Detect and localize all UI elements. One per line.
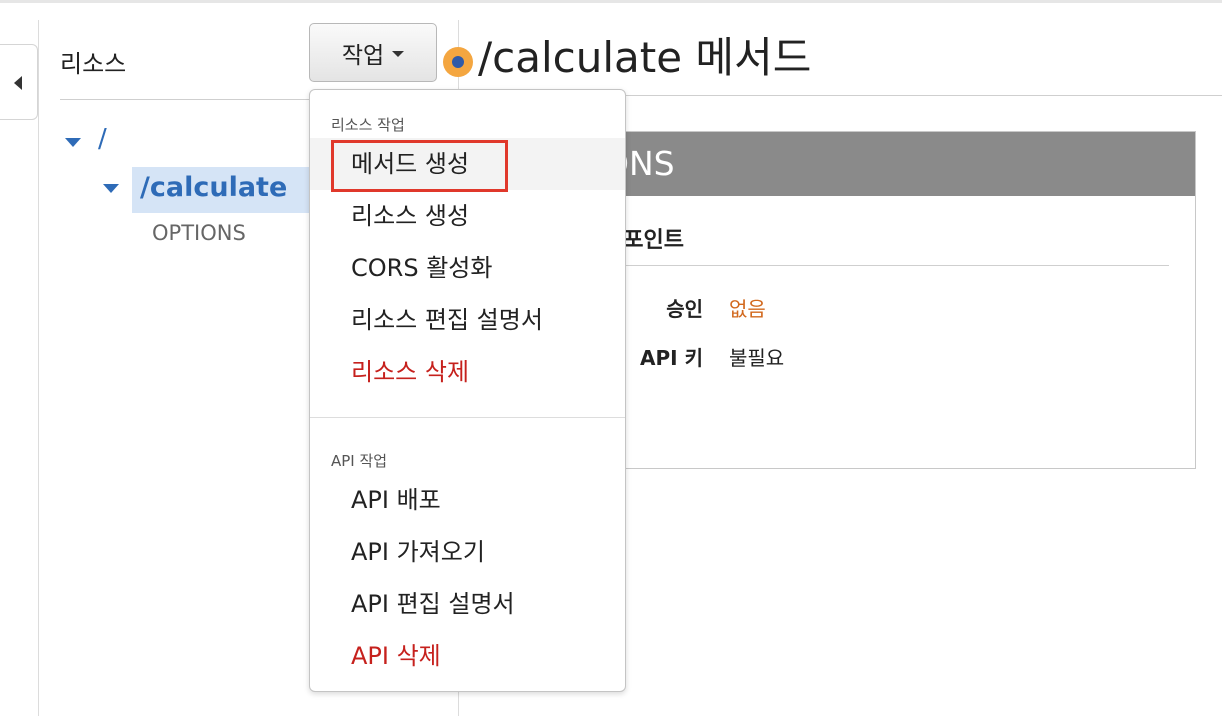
page-title: /calculate 메서드 xyxy=(478,33,812,82)
expand-calculate-icon[interactable] xyxy=(103,184,119,193)
expand-root-icon[interactable] xyxy=(65,138,81,147)
sidebar-title: 리소스 xyxy=(60,50,127,78)
tree-item-root[interactable]: / xyxy=(98,124,107,154)
menu-group-resource-actions: 리소스 작업 xyxy=(331,116,405,134)
top-border xyxy=(0,0,1222,3)
collapse-sidebar-tab[interactable] xyxy=(0,44,38,120)
caret-down-icon xyxy=(392,51,405,57)
help-info-dot xyxy=(452,56,464,68)
panel-header: ONS xyxy=(583,132,1195,196)
help-info-icon[interactable] xyxy=(443,47,473,77)
authorization-value[interactable]: 없음 xyxy=(729,293,766,322)
menu-item-create-method[interactable]: 메서드 생성 xyxy=(310,138,625,190)
chevron-left-icon xyxy=(14,76,22,90)
menu-item-enable-cors[interactable]: CORS 활성화 xyxy=(310,242,625,294)
menu-item-deploy-api[interactable]: API 배포 xyxy=(310,474,625,526)
menu-item-edit-api-docs[interactable]: API 편집 설명서 xyxy=(310,578,625,630)
panel-divider xyxy=(603,265,1169,266)
actions-dropdown-menu: 리소스 작업 메서드 생성 리소스 생성 CORS 활성화 리소스 편집 설명서… xyxy=(309,89,626,692)
menu-item-delete-resource[interactable]: 리소스 삭제 xyxy=(310,346,625,398)
menu-item-delete-api[interactable]: API 삭제 xyxy=(310,630,625,682)
menu-item-import-api[interactable]: API 가져오기 xyxy=(310,526,625,578)
api-key-value: 불필요 xyxy=(729,346,785,370)
sidebar-left-divider xyxy=(38,20,39,716)
menu-item-create-resource[interactable]: 리소스 생성 xyxy=(310,190,625,242)
menu-divider xyxy=(310,417,625,418)
tree-item-options-method[interactable]: OPTIONS xyxy=(152,221,246,245)
actions-button-label: 작업 xyxy=(341,42,385,69)
tree-item-calculate[interactable]: /calculate xyxy=(140,172,287,203)
method-panel: ONS 드포인트 승인 없음 API 키 불필요 xyxy=(582,131,1196,469)
menu-item-edit-resource-docs[interactable]: 리소스 편집 설명서 xyxy=(310,294,625,346)
actions-dropdown-button[interactable]: 작업 xyxy=(309,23,437,82)
menu-group-api-actions: API 작업 xyxy=(331,452,388,470)
